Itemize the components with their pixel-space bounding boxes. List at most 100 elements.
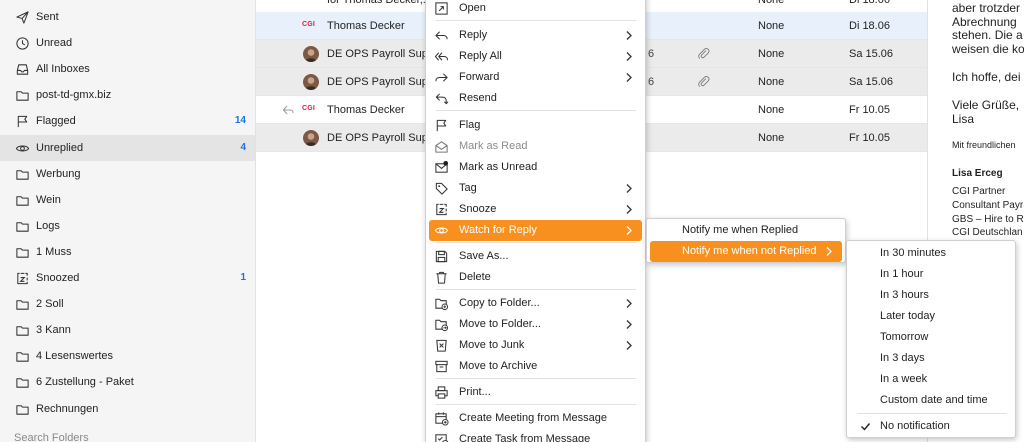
message-sender: DE OPS Payroll Sup... <box>327 76 432 88</box>
folder-search-input[interactable]: Search Folders <box>14 432 89 442</box>
menu-item-open[interactable]: Open <box>429 0 642 19</box>
sidebar-item[interactable]: Sent <box>0 4 255 30</box>
chevron-right-icon <box>625 204 633 215</box>
sidebar-item[interactable]: Werbung <box>0 161 255 187</box>
sidebar-item[interactable]: Unread <box>0 30 255 56</box>
menu-item-notify-option[interactable]: In 30 minutes <box>850 243 1012 264</box>
message-date: Fr 10.05 <box>849 104 890 116</box>
menu-item-notify-option[interactable]: No notification <box>850 416 1012 437</box>
menu-item-move-to-folder[interactable]: Move to Folder... <box>429 314 642 335</box>
message-sender: for Thomas Decker,... <box>327 0 432 6</box>
menu-item-notify-option[interactable]: In a week <box>850 369 1012 390</box>
menu-item-move-to-junk[interactable]: Move to Junk <box>429 335 642 356</box>
menu-separator <box>436 20 636 21</box>
menu-item-label: Notify me when not Replied <box>682 245 817 257</box>
menu-item-label: Forward <box>459 71 500 83</box>
menu-item-notify-option[interactable]: Tomorrow <box>850 327 1012 348</box>
message-sender: Thomas Decker <box>327 104 405 116</box>
folder-icon <box>15 88 30 103</box>
sidebar-item[interactable]: 1 Muss <box>0 239 255 265</box>
save-icon <box>434 249 449 264</box>
sidebar-item-label: All Inboxes <box>36 63 90 76</box>
email-body-line: GBS – Hire to R <box>952 214 1024 225</box>
send-icon <box>15 10 30 25</box>
sidebar-item[interactable]: 6 Zustellung - Paket <box>0 369 255 395</box>
email-body-line: aber trotzder <box>952 1 1021 15</box>
email-body-line: Viele Grüße, <box>952 98 1020 112</box>
notify-timing-submenu: In 30 minutes In 1 hour In 3 hours Later to… <box>846 240 1016 438</box>
menu-item-tag[interactable]: Tag <box>429 178 642 199</box>
sidebar-item-label: Unreplied <box>36 141 84 154</box>
mail-open-icon <box>434 139 449 154</box>
mail-unread-icon <box>434 160 449 175</box>
trash-icon <box>434 270 449 285</box>
sidebar-item[interactable]: Rechnungen <box>0 396 255 422</box>
menu-item-label: Move to Archive <box>459 360 538 372</box>
email-body-line: weisen die ko <box>952 42 1024 56</box>
cgi-logo: CGI <box>302 21 316 28</box>
sidebar-item[interactable]: post-td-gmx.biz <box>0 82 255 108</box>
menu-item-create-task-from-message[interactable]: Create Task from Message <box>429 429 642 442</box>
chevron-right-icon <box>625 319 633 330</box>
message-tag: None <box>758 76 785 88</box>
menu-item-mark-as-unread[interactable]: Mark as Unread <box>429 157 642 178</box>
reply-all-icon <box>434 49 449 64</box>
unread-count-badge: 14 <box>234 115 246 127</box>
unread-count-badge: 1 <box>240 272 246 283</box>
flag-icon <box>434 118 449 133</box>
chevron-right-icon <box>625 30 633 41</box>
sidebar-item[interactable]: All Inboxes <box>0 56 255 82</box>
menu-item-notify-option[interactable]: In 3 days <box>850 348 1012 369</box>
menu-item-snooze[interactable]: Snooze <box>429 199 642 220</box>
menu-item-notify-option[interactable]: In 3 hours <box>850 285 1012 306</box>
menu-separator <box>857 413 1007 414</box>
chevron-right-icon <box>625 298 633 309</box>
menu-item-notify-when-replied[interactable]: Notify me when Replied <box>650 220 842 241</box>
folder-icon <box>15 349 30 364</box>
menu-item-reply[interactable]: Reply <box>429 25 642 46</box>
menu-item-create-meeting-from-message[interactable]: Create Meeting from Message <box>429 408 642 429</box>
menu-item-notify-when-not-replied[interactable]: Notify me when not Replied <box>650 241 842 262</box>
folder-icon <box>15 167 30 182</box>
menu-separator <box>436 110 636 111</box>
attachment-icon <box>697 75 710 88</box>
sidebar-item-label: 6 Zustellung - Paket <box>36 376 134 389</box>
menu-item-forward[interactable]: Forward <box>429 67 642 88</box>
menu-item-label: Later today <box>880 310 936 322</box>
folder-icon <box>15 297 30 312</box>
menu-separator <box>436 404 636 405</box>
sidebar-item[interactable]: Wein <box>0 187 255 213</box>
menu-item-label: No notification <box>880 420 950 432</box>
menu-item-label: Tag <box>459 182 477 194</box>
menu-item-resend[interactable]: Resend <box>429 88 642 109</box>
sidebar-item[interactable]: Flagged 14 <box>0 108 255 134</box>
menu-item-label: Notify me when Replied <box>682 224 799 236</box>
menu-item-print[interactable]: Print... <box>429 382 642 403</box>
menu-item-notify-option[interactable]: Later today <box>850 306 1012 327</box>
menu-item-move-to-archive[interactable]: Move to Archive <box>429 356 642 377</box>
avatar <box>303 74 319 90</box>
sidebar-item[interactable]: 4 Lesenswertes <box>0 343 255 369</box>
menu-item-label: Print... <box>459 386 491 398</box>
menu-item-watch-for-reply[interactable]: Watch for Reply <box>429 220 642 241</box>
menu-item-notify-option[interactable]: Custom date and time <box>850 390 1012 411</box>
sidebar-item[interactable]: Snoozed 1 <box>0 265 255 291</box>
avatar <box>303 130 319 146</box>
menu-item-mark-as-read[interactable]: Mark as Read <box>429 136 642 157</box>
sidebar-item[interactable]: Logs <box>0 213 255 239</box>
message-tag: None <box>758 20 785 32</box>
sidebar-item-label: Snoozed <box>36 272 80 284</box>
menu-item-copy-to-folder[interactable]: Copy to Folder... <box>429 293 642 314</box>
message-date: Di 18.06 <box>849 0 890 6</box>
task-add-icon <box>434 432 449 442</box>
sidebar-item-label: 3 Kann <box>36 324 71 337</box>
menu-item-label: Move to Folder... <box>459 318 541 330</box>
sidebar-item[interactable]: Unreplied 4 <box>0 134 255 161</box>
menu-item-delete[interactable]: Delete <box>429 267 642 288</box>
menu-item-flag[interactable]: Flag <box>429 115 642 136</box>
sidebar-item[interactable]: 3 Kann <box>0 317 255 343</box>
menu-item-reply-all[interactable]: Reply All <box>429 46 642 67</box>
sidebar-item[interactable]: 2 Soll <box>0 291 255 317</box>
menu-item-notify-option[interactable]: In 1 hour <box>850 264 1012 285</box>
menu-item-save-as[interactable]: Save As... <box>429 246 642 267</box>
